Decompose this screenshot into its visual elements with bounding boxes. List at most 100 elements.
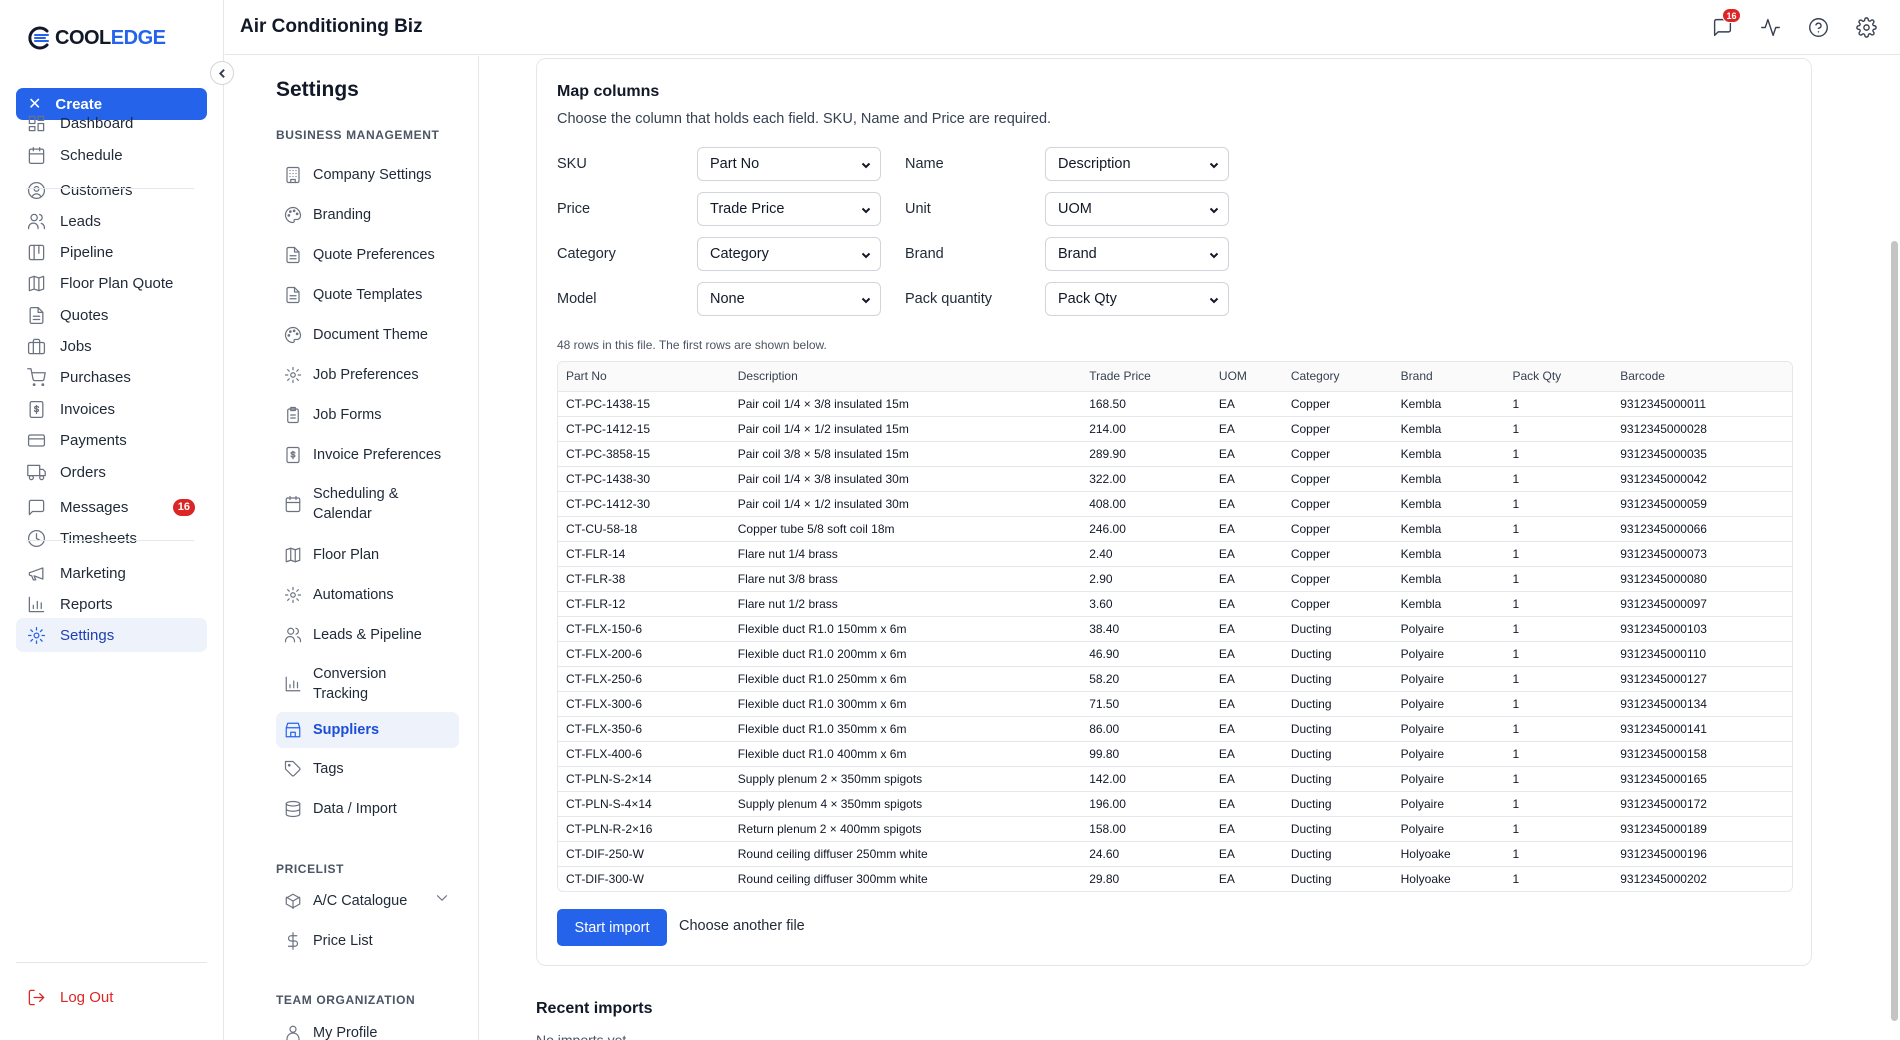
table-cell-category: Copper [1282,391,1393,417]
settings-item-my-profile[interactable]: My Profile [276,1016,459,1040]
table-cell-uom: EA [1210,391,1283,417]
field-select-brand[interactable]: Brand [1045,237,1229,271]
sidebar-item-settings[interactable]: Settings [16,618,207,652]
field-select-sku[interactable]: Part No [697,147,881,181]
field-select-model[interactable]: None [697,282,881,316]
logo-text-cool: COOL [55,26,111,49]
box-icon [285,893,301,910]
start-import-button[interactable]: Start import [557,909,667,946]
table-cell-barcode: 9312345000196 [1612,841,1792,867]
table-cell-barcode: 9312345000028 [1612,416,1792,442]
settings-item-quote-preferences[interactable]: Quote Preferences [276,238,459,272]
table-cell-part-no: CT-FLX-150-6 [558,616,730,642]
table-cell-category: Copper [1282,516,1393,542]
table-cell-brand: Holyoake [1392,841,1505,867]
sidebar-item-pipeline[interactable]: Pipeline [16,235,207,269]
settings-item-invoice-preferences[interactable]: Invoice Preferences [276,438,459,472]
sidebar-item-payments[interactable]: Payments [16,423,207,457]
table-cell-pack-qty: 1 [1504,591,1613,617]
table-cell-description: Round ceiling diffuser 300mm white [737,871,928,886]
settings-item-suppliers[interactable]: Suppliers [276,712,459,748]
sidebar-item-timesheets[interactable]: Timesheets [16,521,207,555]
settings-item-document-theme[interactable]: Document Theme [276,318,459,352]
sidebar-item-schedule[interactable]: Schedule [16,138,207,172]
settings-item-price-list[interactable]: Price List [276,924,459,958]
settings-item-company-settings[interactable]: Company Settings [276,158,459,192]
sidebar-item-invoices[interactable]: Invoices [16,392,207,426]
table-cell-description: Flare nut 1/2 brass [729,591,1082,617]
settings-item-leads-and-pipeline[interactable]: Leads & Pipeline [276,618,459,652]
table-cell-trade-price: 38.40 [1081,616,1211,642]
table-cell-uom: EA [1210,566,1283,592]
settings-item-label: Job Preferences [313,367,419,383]
settings-item-label: My Profile [313,1025,378,1040]
messages-count-badge: 16 [172,498,195,516]
help-button[interactable] [1806,15,1830,39]
truck-icon [27,464,46,480]
table-cell-brand: Kembla [1392,441,1505,467]
table-cell-uom: EA [1210,416,1283,442]
cart-icon [27,367,46,386]
table-cell-barcode: 9312345000141 [1612,716,1792,742]
table-cell-part-no: CT-FLR-38 [558,566,730,592]
settings-item-scheduling-and-calendar[interactable]: Scheduling & Calendar [276,478,459,530]
sidebar-item-dashboard[interactable]: Dashboard [16,106,207,140]
divider [16,962,207,963]
user-icon [286,1025,300,1040]
sidebar-item-label: Settings [60,626,115,644]
settings-nav: Settings BUSINESS MANAGEMENT Company Sett… [256,56,479,1040]
field-select-category[interactable]: Category [697,237,881,271]
settings-item-data-import[interactable]: Data / Import [276,792,459,826]
settings-item-quote-templates[interactable]: Quote Templates [276,278,459,312]
settings-item-job-forms[interactable]: Job Forms [276,398,459,432]
sidebar-item-marketing[interactable]: Marketing [16,556,207,590]
field-select-price[interactable]: Trade Price [697,192,881,226]
settings-item-floor-plan[interactable]: Floor Plan [276,538,459,572]
table-cell-uom: EA [1210,791,1283,817]
field-select-pack-quantity[interactable]: Pack Qty [1045,282,1229,316]
table-row: CT-FLX-350-6 Flexible duct R1.0 350mm x 6… [558,716,1792,742]
sidebar-item-label: Invoices [60,400,116,418]
logout-button[interactable]: Log Out [16,980,207,1014]
settings-item-branding[interactable]: Branding [276,198,459,232]
settings-item-a-c-catalogue[interactable]: A/C Catalogue [276,884,459,918]
sidebar-item-jobs[interactable]: Jobs [16,329,207,363]
sidebar-item-quotes[interactable]: Quotes [16,298,207,332]
document-icon [29,306,44,324]
table-cell-brand: Polyaire [1392,766,1505,792]
sidebar-item-orders[interactable]: Orders [16,455,207,489]
table-cell-uom: EA [1210,516,1283,542]
select-value: Trade Price [710,201,785,217]
table-cell-barcode: 9312345000134 [1612,691,1792,717]
sidebar-item-purchases[interactable]: Purchases [16,360,207,394]
table-cell-category: Copper [1282,441,1393,467]
settings-item-automations[interactable]: Automations [276,578,459,612]
settings-item-job-preferences[interactable]: Job Preferences [276,358,459,392]
scroll-thumb[interactable] [1891,241,1898,1021]
settings-item-tags[interactable]: Tags [276,752,459,786]
collapse-sidebar-button[interactable] [210,61,234,85]
table-cell-trade-price: 58.20 [1081,666,1211,692]
column-header-brand: Brand [1392,362,1505,392]
logo[interactable]: COOLEDGE [26,26,166,50]
field-select-unit[interactable]: UOM [1045,192,1229,226]
table-cell-pack-qty: 1 [1504,766,1613,792]
sidebar-item-customers[interactable]: Customers [16,173,207,207]
table-cell-category: Copper [1282,566,1393,592]
scrollbar[interactable] [1889,56,1900,1040]
choose-another-file-button[interactable]: Choose another file [679,918,805,934]
sidebar-item-leads[interactable]: Leads [16,204,207,238]
table-cell-brand: Kembla [1392,541,1505,567]
field-select-name[interactable]: Description [1045,147,1229,181]
table-cell-pack-qty: 1 [1504,666,1613,692]
activity-button[interactable] [1758,15,1782,39]
sidebar-item-floor-plan-quote[interactable]: Floor Plan Quote [16,266,207,300]
settings-button[interactable] [1854,15,1878,39]
messages-button[interactable]: 16 [1710,8,1741,39]
settings-item-conversion-tracking[interactable]: Conversion Tracking [276,658,459,710]
building-icon [286,166,300,184]
sidebar-item-messages[interactable]: Messages 16 [16,490,207,524]
table-cell-uom: EA [1218,871,1235,886]
sidebar-item-reports[interactable]: Reports [16,587,207,621]
settings-item-label: Suppliers [313,722,380,738]
